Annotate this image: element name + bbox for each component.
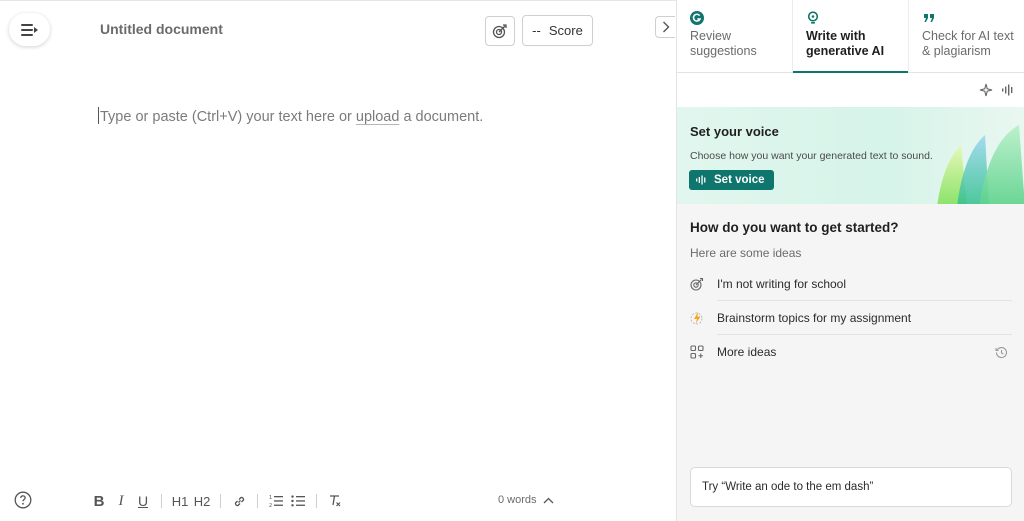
underline-button[interactable]: U (132, 491, 154, 511)
tab-label: Review suggestions (690, 29, 757, 58)
editor-placeholder-start: Type or paste (Ctrl+V) your text here or (100, 109, 356, 125)
heading1-button[interactable]: H1 (169, 491, 191, 511)
idea-label: Brainstorm topics for my assignment (717, 301, 1012, 335)
ideas-label: Here are some ideas (690, 246, 802, 260)
word-count-label: 0 words (498, 494, 537, 506)
voice-card-description: Choose how you want your generated text … (690, 150, 933, 162)
panel-tabs: Review suggestions Write with generative… (677, 0, 1024, 73)
word-count[interactable]: 0 words (498, 494, 554, 506)
idea-label: I'm not writing for school (717, 267, 1012, 301)
score-value: -- (532, 23, 541, 38)
link-icon (234, 496, 244, 506)
help-button[interactable] (14, 491, 32, 509)
voice-wave-icon[interactable] (1001, 83, 1015, 97)
toolbar-divider (161, 494, 162, 508)
link-button[interactable] (228, 491, 250, 511)
panel-subbar (677, 73, 1024, 107)
tab-check-ai-plagiarism[interactable]: Check for AI text & plagiarism (909, 0, 1024, 72)
bulb-icon (807, 11, 819, 24)
target-icon (690, 277, 704, 291)
prompt-placeholder: Try “Write an ode to the em dash” (702, 481, 874, 493)
idea-brainstorm-topics[interactable]: Brainstorm topics for my assignment (690, 301, 1012, 335)
score-button[interactable]: -- Score (522, 15, 593, 46)
italic-button[interactable]: I (110, 491, 132, 511)
help-icon (14, 491, 32, 509)
menu-button[interactable] (9, 13, 50, 46)
toolbar-divider (316, 494, 317, 508)
chevron-right-icon (662, 21, 669, 33)
score-label: Score (548, 23, 583, 38)
document-title[interactable]: Untitled document (100, 21, 223, 37)
sparkle-icon[interactable] (979, 83, 993, 97)
heading1-icon: H1 (171, 493, 189, 509)
text-editor[interactable]: Type or paste (Ctrl+V) your text here or… (98, 107, 638, 125)
toolbar-divider (257, 494, 258, 508)
formatting-toolbar: B I U H1 H2 1 2 (88, 491, 346, 511)
menu-icon (20, 23, 38, 36)
heading2-button[interactable]: H2 (191, 491, 213, 511)
italic-icon: I (118, 492, 124, 509)
editor-placeholder-end: a document. (399, 109, 484, 125)
history-icon[interactable] (995, 346, 1008, 359)
upload-link[interactable]: upload (356, 109, 400, 125)
tab-label: Write with generative AI (806, 29, 885, 58)
grammarly-g-icon (690, 11, 704, 25)
text-caret (98, 107, 99, 124)
bold-icon: B (93, 492, 105, 510)
voice-illustration (937, 125, 1024, 204)
clear-formatting-icon (330, 495, 341, 507)
numbered-list-button[interactable]: 1 2 (265, 491, 287, 511)
tab-label: Check for AI text & plagiarism (922, 29, 1014, 58)
editor-pane: Untitled document -- Score Type or paste… (0, 0, 676, 521)
bold-button[interactable]: B (88, 491, 110, 511)
lightning-icon (690, 312, 703, 325)
grid-plus-icon (690, 345, 704, 359)
idea-label: More ideas (717, 345, 777, 359)
assistant-panel: Review suggestions Write with generative… (676, 0, 1024, 521)
set-voice-card: Set your voice Choose how you want your … (677, 107, 1024, 204)
voice-card-title: Set your voice (690, 124, 779, 139)
tab-write-with-generative-ai[interactable]: Write with generative AI (793, 0, 909, 73)
numbered-list-icon: 1 2 (269, 495, 283, 508)
get-started-heading: How do you want to get started? (690, 220, 899, 235)
collapse-panel-button[interactable] (655, 16, 675, 38)
bullet-list-button[interactable] (287, 491, 309, 511)
tab-review-suggestions[interactable]: Review suggestions (677, 0, 793, 72)
clear-formatting-button[interactable] (324, 491, 346, 511)
idea-not-writing-for-school[interactable]: I'm not writing for school (690, 267, 1012, 301)
svg-text:1: 1 (269, 495, 272, 501)
prompt-input[interactable]: Try “Write an ode to the em dash” (690, 467, 1012, 507)
svg-text:2: 2 (269, 503, 272, 508)
chevron-up-icon (543, 497, 553, 503)
goals-button[interactable] (485, 16, 515, 46)
set-voice-button[interactable]: Set voice (689, 170, 774, 190)
set-voice-label: Set voice (714, 174, 765, 186)
underline-icon: U (137, 493, 149, 509)
toolbar-divider (220, 494, 221, 508)
target-icon (492, 24, 507, 39)
heading2-icon: H2 (193, 493, 211, 509)
idea-more-ideas[interactable]: More ideas (690, 335, 1012, 369)
bullet-list-icon (290, 495, 305, 507)
quote-icon (924, 14, 934, 22)
voice-wave-icon (696, 175, 706, 185)
